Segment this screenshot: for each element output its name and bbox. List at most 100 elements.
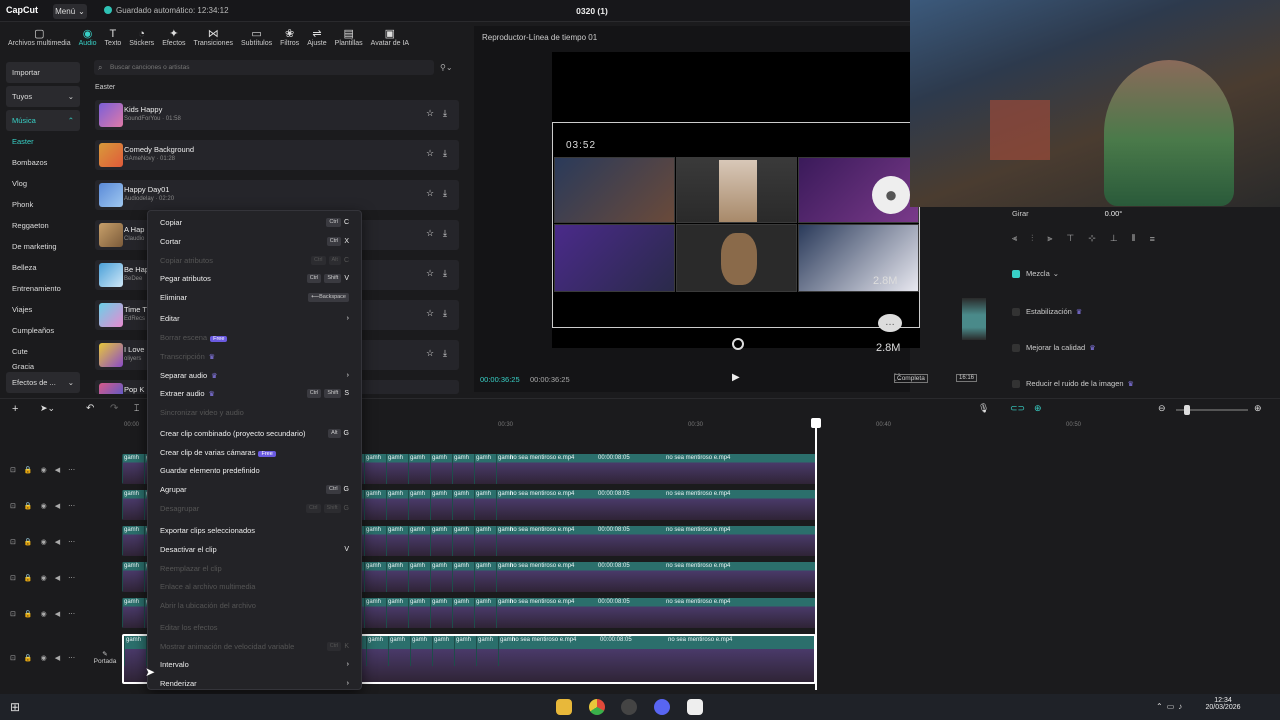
- undo-icon[interactable]: ↶: [86, 403, 94, 414]
- stabilize-checkbox[interactable]: [1012, 307, 1020, 316]
- menu-item-exportar-clips-seleccionados[interactable]: Exportar clips seleccionados: [148, 521, 361, 539]
- sidebar-item-cute[interactable]: Cute: [6, 341, 80, 362]
- menu-button[interactable]: Menú ⌄: [53, 4, 87, 19]
- download-icon[interactable]: ⤓: [443, 148, 447, 159]
- align-center-icon[interactable]: ⫶: [1031, 233, 1033, 244]
- lock-icon[interactable]: 🔒: [24, 466, 33, 478]
- menu-item-crear-clip-de-varias-cámaras[interactable]: Crear clip de varias cámaras Free: [148, 443, 361, 461]
- menu-item-agrupar[interactable]: Agrupar Ctrl G: [148, 480, 361, 498]
- split-icon[interactable]: ⌶: [134, 403, 139, 414]
- quality-checkbox[interactable]: [1012, 343, 1020, 352]
- noise-row[interactable]: Reducir el ruido de la imagen ♛: [1012, 379, 1134, 388]
- align-left-icon[interactable]: ⫷: [1012, 233, 1017, 244]
- menu-item-pegar-atributos[interactable]: Pegar atributos Ctrl Shift V: [148, 269, 361, 287]
- tab-effects[interactable]: ✦ Efectos: [158, 22, 189, 52]
- more-icon[interactable]: ⋯: [68, 610, 75, 622]
- sidebar-item-yours[interactable]: Tuyos ⌄: [6, 86, 80, 107]
- zoom-out-icon[interactable]: ⊖: [1158, 403, 1166, 414]
- speaker-icon[interactable]: ◀: [55, 466, 60, 478]
- lock-icon[interactable]: 🔒: [24, 574, 33, 586]
- speaker-icon[interactable]: ◀: [55, 610, 60, 622]
- download-icon[interactable]: ⤓: [443, 348, 447, 359]
- obs-icon[interactable]: [621, 699, 637, 715]
- zoom-in-icon[interactable]: ⊕: [1254, 403, 1262, 414]
- add-icon[interactable]: +: [12, 403, 18, 415]
- speaker-icon[interactable]: ◀: [55, 502, 60, 514]
- download-icon[interactable]: ⤓: [443, 228, 447, 239]
- zoom-slider[interactable]: [1176, 405, 1248, 415]
- menu-item-copiar[interactable]: Copiar Ctrl C: [148, 213, 361, 231]
- track-select-icon[interactable]: ⊡: [10, 538, 16, 550]
- sidebar-item-vlog[interactable]: Vlog: [6, 173, 80, 194]
- tab-subtitles[interactable]: ▭ Subtítulos: [237, 22, 276, 52]
- track-select-icon[interactable]: ⊡: [10, 610, 16, 622]
- capcut-taskbar-icon[interactable]: [687, 699, 703, 715]
- tab-filters[interactable]: ❀ Filtros: [276, 22, 303, 52]
- distribute-h-icon[interactable]: ⦀: [1132, 233, 1136, 244]
- lock-icon[interactable]: 🔒: [24, 654, 33, 666]
- download-icon[interactable]: ⤓: [443, 308, 447, 319]
- align-right-icon[interactable]: ⫸: [1047, 233, 1052, 244]
- menu-item-crear-clip-combinado-proyecto-secundario[interactable]: Crear clip combinado (proyecto secundari…: [148, 424, 361, 442]
- sidebar-item-belleza[interactable]: Belleza: [6, 257, 80, 278]
- download-icon[interactable]: ⤓: [443, 188, 447, 199]
- tab-templates[interactable]: ▤ Plantillas: [331, 22, 367, 52]
- mix-checkbox[interactable]: [1012, 269, 1020, 278]
- preview-canvas[interactable]: 03:52 ● 2.8M … 2.8M: [552, 52, 920, 354]
- rotate-value[interactable]: 0.00°: [1105, 209, 1123, 218]
- redo-icon[interactable]: ↷: [110, 403, 118, 414]
- mix-row[interactable]: Mezcla ⌄: [1012, 269, 1059, 278]
- system-tray-icons[interactable]: ⌃▭♪: [1156, 702, 1186, 711]
- download-icon[interactable]: ⤓: [443, 268, 447, 279]
- song-item[interactable]: Comedy Background GAmeNovy · 01:28 ☆ ⤓: [95, 140, 459, 170]
- tab-transitions[interactable]: ⋈ Transiciones: [190, 22, 237, 52]
- rotate-handle-icon[interactable]: [732, 338, 744, 350]
- menu-item-cortar[interactable]: Cortar Ctrl X: [148, 232, 361, 250]
- clock[interactable]: 12:34 20/03/2026: [1200, 697, 1246, 711]
- cover-button[interactable]: ✎ Portada: [92, 650, 118, 672]
- menu-item-renderizar[interactable]: Renderizar ›: [148, 674, 361, 692]
- favorite-icon[interactable]: ☆: [426, 108, 434, 119]
- sidebar-item-cumpleanos[interactable]: Cumpleaños: [6, 320, 80, 341]
- sidebar-item-bombazos[interactable]: Bombazos: [6, 152, 80, 173]
- crop-handle[interactable]: [962, 298, 986, 340]
- menu-item-extraer-audio[interactable]: Extraer audio ♛ Ctrl Shift S: [148, 384, 361, 402]
- distribute-v-icon[interactable]: ≡: [1150, 234, 1155, 244]
- microphone-icon[interactable]: 🎙: [978, 403, 989, 414]
- song-item[interactable]: Happy Day01 Audiodelay · 02:20 ☆ ⤓: [95, 180, 459, 210]
- tab-audio[interactable]: ◉ Audio: [75, 22, 101, 52]
- filter-sort-icon[interactable]: ⚲⌄: [440, 63, 453, 72]
- lock-icon[interactable]: 🔒: [24, 502, 33, 514]
- favorite-icon[interactable]: ☆: [426, 148, 434, 159]
- ratio-button[interactable]: 16:16: [956, 374, 978, 382]
- quality-row[interactable]: Mejorar la calidad ♛: [1012, 343, 1095, 352]
- eye-icon[interactable]: ◉: [41, 502, 47, 514]
- track-select-icon[interactable]: ⊡: [10, 574, 16, 586]
- more-icon[interactable]: ⋯: [68, 502, 75, 514]
- sidebar-item-viajes[interactable]: Viajes: [6, 299, 80, 320]
- tab-media[interactable]: ▢ Archivos multimedia: [4, 22, 75, 52]
- magnet-icon[interactable]: ⊂⊃: [1010, 403, 1025, 414]
- eye-icon[interactable]: ◉: [41, 610, 47, 622]
- tab-ai-avatar[interactable]: ▣ Avatar de IA: [367, 22, 413, 52]
- favorite-icon[interactable]: ☆: [426, 188, 434, 199]
- track-select-icon[interactable]: ⊡: [10, 466, 16, 478]
- eye-icon[interactable]: ◉: [41, 574, 47, 586]
- windows-start-icon[interactable]: ⊞: [10, 700, 20, 714]
- download-icon[interactable]: ⤓: [443, 108, 447, 119]
- favorite-icon[interactable]: ☆: [426, 348, 434, 359]
- menu-item-desactivar-el-clip[interactable]: Desactivar el clip V: [148, 540, 361, 558]
- sidebar-item-sound-effects[interactable]: Efectos de ... ⌄: [6, 372, 80, 393]
- tab-adjust[interactable]: ⇌ Ajuste: [303, 22, 330, 52]
- speaker-icon[interactable]: ◀: [55, 574, 60, 586]
- sidebar-item-reggaeton[interactable]: Reggaeton: [6, 215, 80, 236]
- import-button[interactable]: Importar: [6, 62, 80, 83]
- speaker-icon[interactable]: ◀: [55, 654, 60, 666]
- align-middle-icon[interactable]: ⊹: [1088, 233, 1096, 244]
- discord-icon[interactable]: [654, 699, 670, 715]
- chrome-icon[interactable]: [589, 699, 605, 715]
- eye-icon[interactable]: ◉: [41, 538, 47, 550]
- sidebar-item-gracia[interactable]: Gracia: [6, 362, 80, 372]
- align-top-icon[interactable]: ⊤: [1066, 233, 1074, 244]
- sidebar-item-phonk[interactable]: Phonk: [6, 194, 80, 215]
